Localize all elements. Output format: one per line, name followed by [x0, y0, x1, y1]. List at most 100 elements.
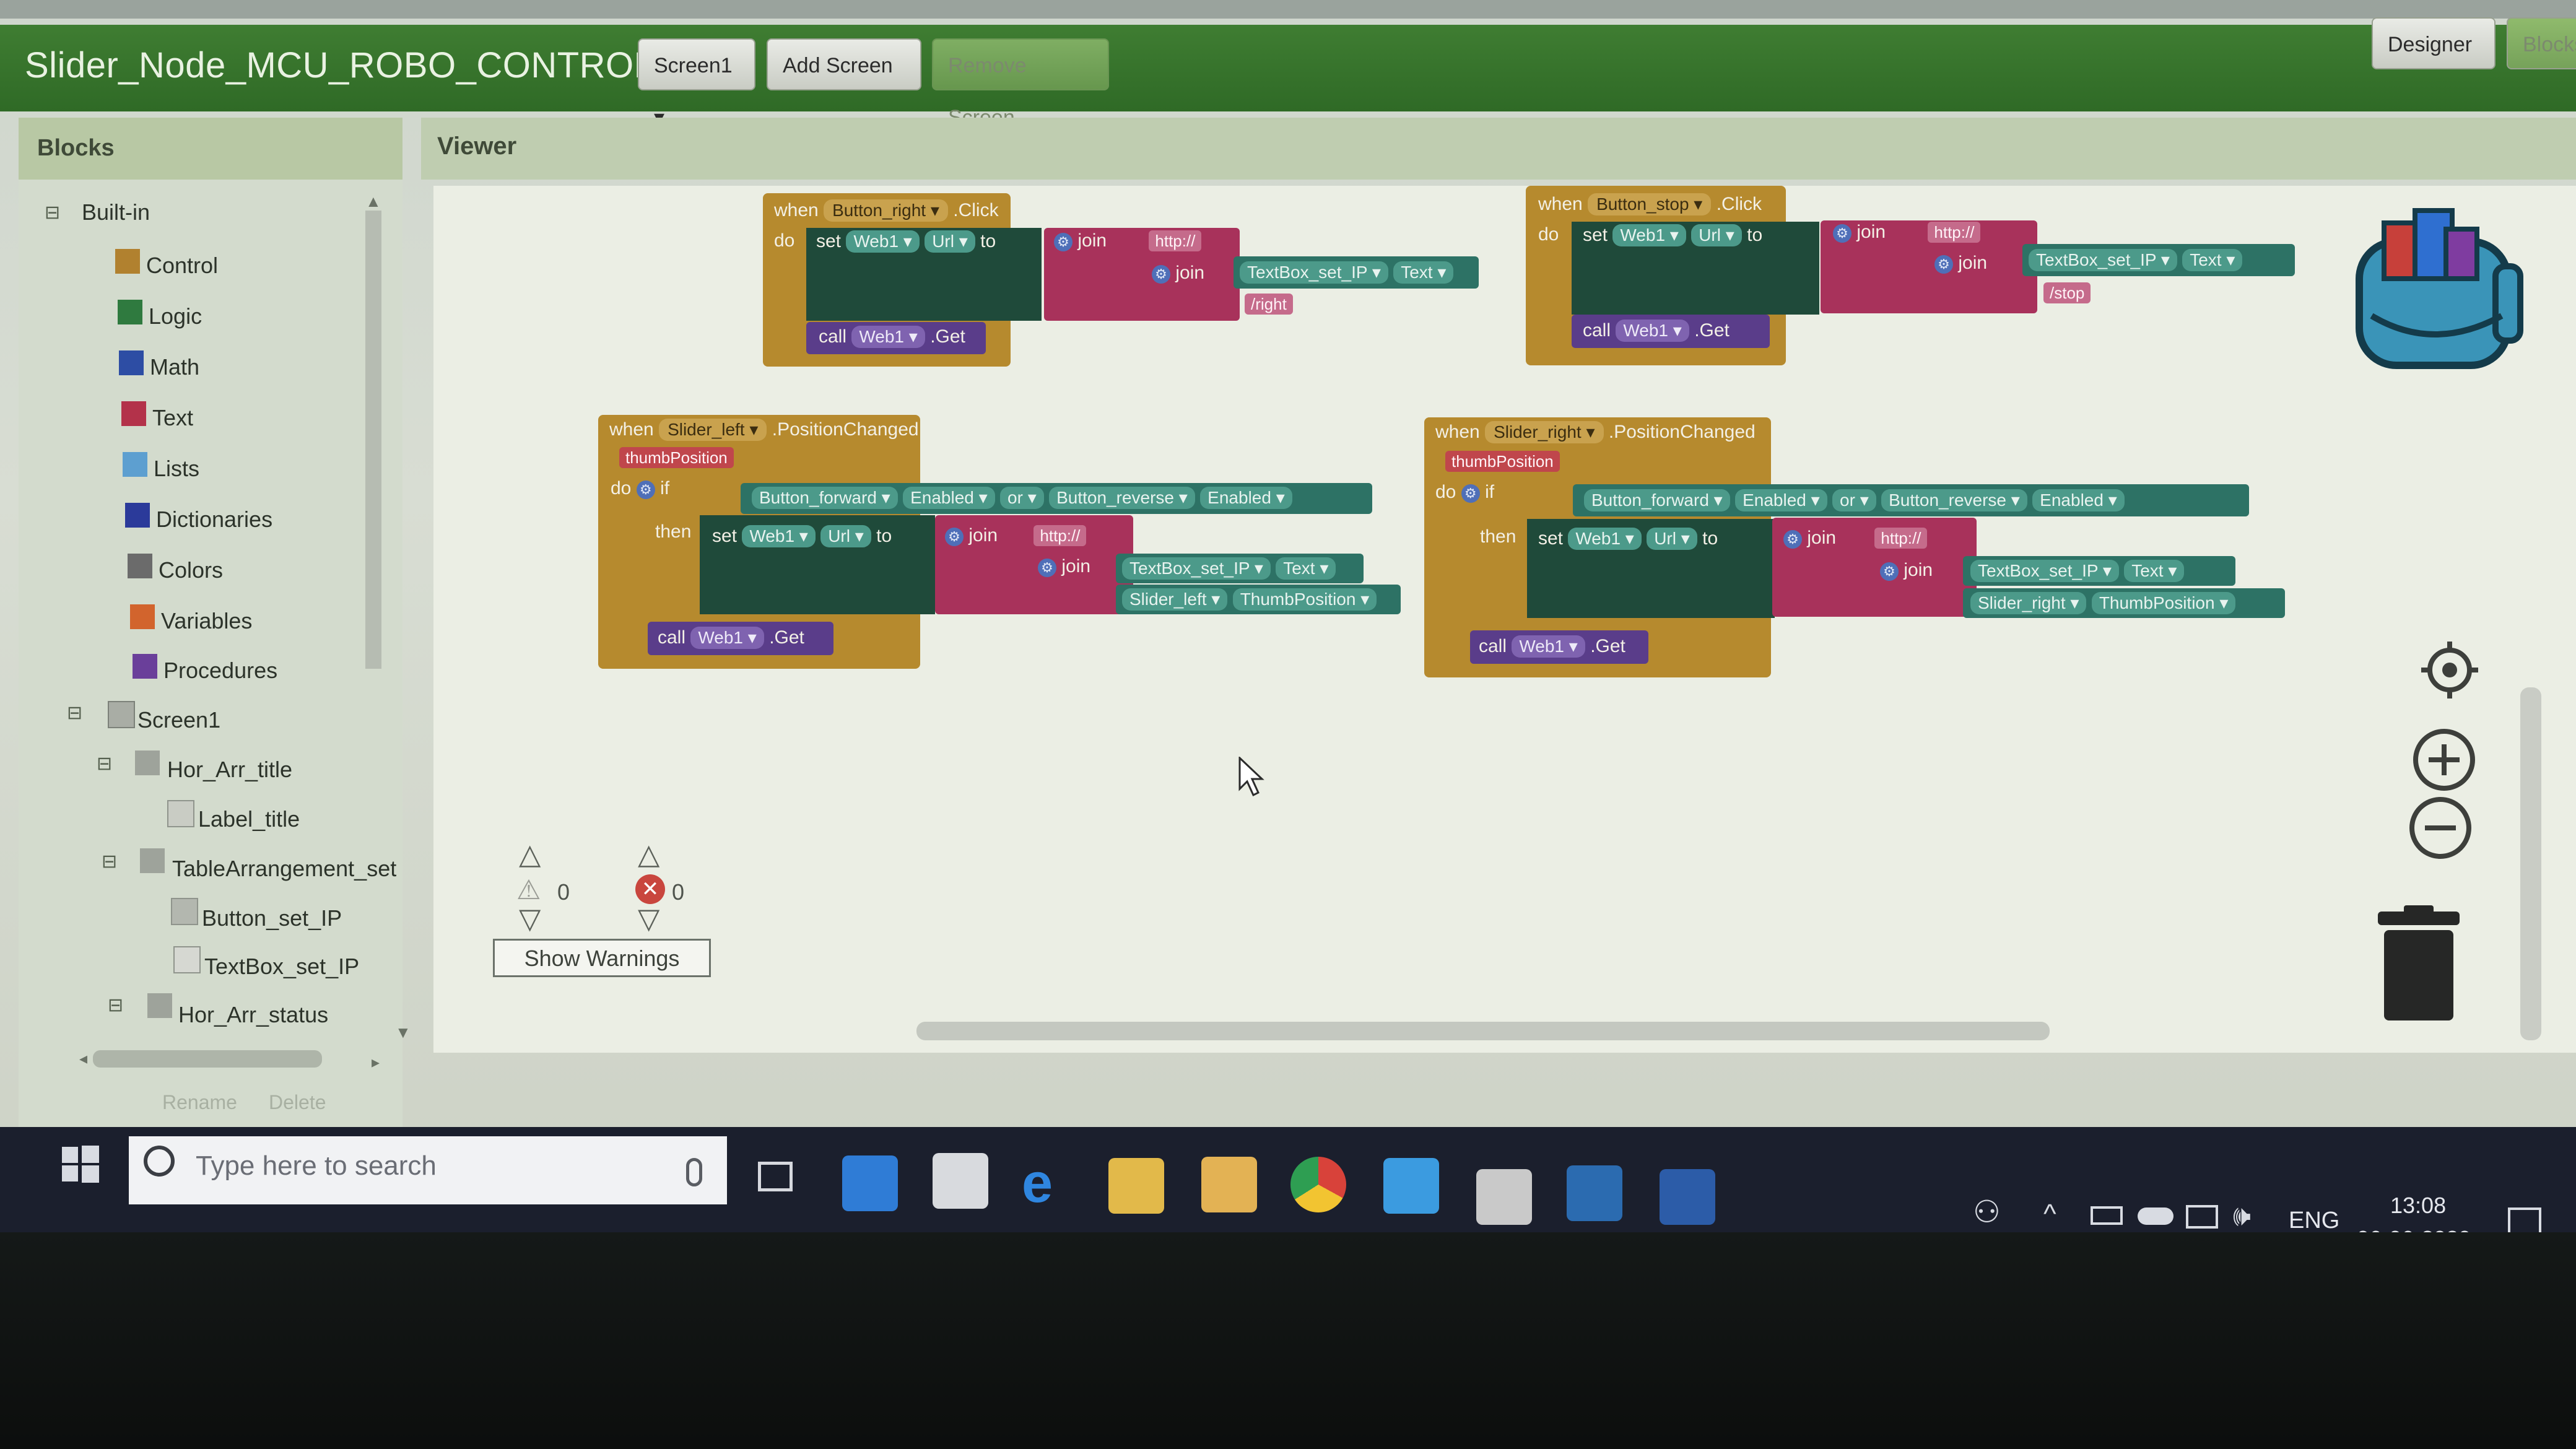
component-dropdown[interactable]: Slider_right ▾ — [1485, 421, 1604, 443]
call-web-dropdown[interactable]: Web1 ▾ — [690, 627, 764, 649]
collapse-builtin-icon[interactable]: ⊟ — [45, 202, 60, 224]
zoom-out-icon[interactable] — [2406, 794, 2474, 862]
url-dropdown[interactable]: Url ▾ — [1647, 528, 1697, 550]
delete-button[interactable]: Delete — [269, 1091, 326, 1114]
gear-icon[interactable]: ⚙ — [1038, 559, 1056, 577]
volume-icon[interactable]: 🕪 — [2233, 1199, 2251, 1234]
thumb-position-dropdown[interactable]: ThumbPosition ▾ — [2091, 592, 2236, 614]
zoom-app-icon[interactable] — [1383, 1158, 1439, 1214]
tree-item-colors[interactable]: Colors — [159, 557, 223, 583]
windows-start-icon[interactable] — [56, 1139, 105, 1189]
center-target-icon[interactable] — [2419, 639, 2481, 701]
file-explorer-icon[interactable] — [1108, 1158, 1164, 1214]
textbox-dropdown[interactable]: TextBox_set_IP ▾ — [1240, 261, 1388, 284]
component-dropdown[interactable]: Button_right ▾ — [824, 199, 948, 222]
zoom-in-icon[interactable] — [2410, 726, 2478, 794]
textbox-dropdown[interactable]: TextBox_set_IP ▾ — [2029, 249, 2177, 271]
collapse-hor-arr-status-icon[interactable]: ⊟ — [108, 994, 123, 1016]
notifications-icon[interactable] — [2508, 1208, 2541, 1235]
scroll-up-icon[interactable]: ▲ — [365, 192, 381, 211]
enabled-dropdown[interactable]: Enabled ▾ — [1200, 487, 1292, 509]
tree-item-math[interactable]: Math — [150, 354, 199, 380]
tree-item-lists[interactable]: Lists — [154, 456, 199, 482]
url-dropdown[interactable]: Url ▾ — [820, 525, 871, 547]
network-icon[interactable] — [2186, 1205, 2218, 1229]
video-app-icon[interactable] — [1476, 1169, 1532, 1225]
workspace-vertical-scrollbar[interactable] — [2520, 687, 2541, 1040]
tree-item-dictionaries[interactable]: Dictionaries — [156, 507, 272, 533]
clock-time[interactable]: 13:08 — [2390, 1193, 2446, 1219]
textbox-dropdown[interactable]: TextBox_set_IP ▾ — [1122, 557, 1271, 580]
backpack-icon[interactable] — [2347, 198, 2533, 378]
web-dropdown[interactable]: Web1 ▾ — [1612, 224, 1686, 246]
tree-item-textbox-set-ip[interactable]: TextBox_set_IP — [204, 954, 359, 980]
screen-dropdown[interactable]: Screen1 ▾ — [638, 38, 755, 129]
error-next-arrow-icon[interactable]: ▽ — [638, 902, 659, 935]
scroll-left-icon[interactable]: ◂ — [79, 1049, 87, 1068]
button-forward-dropdown[interactable]: Button_forward ▾ — [752, 487, 898, 509]
error-prev-arrow-icon[interactable]: △ — [638, 837, 659, 871]
tree-item-label-title[interactable]: Label_title — [198, 806, 300, 832]
enabled-dropdown[interactable]: Enabled ▾ — [903, 487, 995, 509]
gear-icon[interactable]: ⚙ — [1054, 233, 1073, 251]
gear-icon[interactable]: ⚙ — [945, 528, 964, 546]
tree-vertical-scrollbar[interactable] — [365, 211, 381, 669]
text-property-dropdown[interactable]: Text ▾ — [1276, 557, 1336, 580]
warning-prev-arrow-icon[interactable]: △ — [519, 837, 541, 871]
or-dropdown[interactable]: or ▾ — [1832, 489, 1876, 511]
gear-icon[interactable]: ⚙ — [636, 481, 655, 499]
show-warnings-button[interactable]: Show Warnings — [493, 939, 711, 977]
gear-icon[interactable]: ⚙ — [1461, 484, 1480, 503]
button-reverse-dropdown[interactable]: Button_reverse ▾ — [1881, 489, 2027, 511]
url-dropdown[interactable]: Url ▾ — [1691, 224, 1742, 246]
gear-icon[interactable]: ⚙ — [1152, 265, 1170, 284]
web-dropdown[interactable]: Web1 ▾ — [846, 230, 920, 253]
task-view-icon[interactable] — [758, 1162, 793, 1191]
string-literal[interactable]: http:// — [1874, 528, 1928, 549]
gear-icon[interactable]: ⚙ — [1880, 562, 1899, 581]
gear-icon[interactable]: ⚙ — [1934, 255, 1953, 274]
event-parameter[interactable]: thumbPosition — [619, 447, 734, 468]
tree-item-logic[interactable]: Logic — [149, 303, 202, 329]
url-dropdown[interactable]: Url ▾ — [925, 230, 975, 253]
button-reverse-dropdown[interactable]: Button_reverse ▾ — [1049, 487, 1195, 509]
enabled-dropdown[interactable]: Enabled ▾ — [1735, 489, 1827, 511]
or-dropdown[interactable]: or ▾ — [1000, 487, 1044, 509]
event-parameter[interactable]: thumbPosition — [1445, 451, 1560, 472]
edge-browser-icon[interactable]: e — [1022, 1152, 1053, 1216]
tree-item-procedures[interactable]: Procedures — [163, 658, 277, 684]
language-indicator[interactable]: ENG — [2289, 1208, 2339, 1234]
remove-screen-button[interactable]: Remove Screen — [932, 38, 1109, 129]
slider-dropdown[interactable]: Slider_left ▾ — [1122, 588, 1228, 611]
s-app-icon[interactable] — [1567, 1165, 1622, 1221]
text-property-dropdown[interactable]: Text ▾ — [2124, 560, 2185, 582]
tree-item-button-set-ip[interactable]: Button_set_IP — [202, 905, 342, 931]
warning-next-arrow-icon[interactable]: ▽ — [519, 902, 541, 935]
chevron-up-icon[interactable]: ^ — [2043, 1199, 2056, 1230]
string-literal[interactable]: http:// — [1928, 222, 1981, 243]
gear-icon[interactable]: ⚙ — [1833, 224, 1852, 243]
textbox-dropdown[interactable]: TextBox_set_IP ▾ — [1970, 560, 2119, 582]
thumb-position-dropdown[interactable]: ThumbPosition ▾ — [1232, 588, 1377, 611]
scroll-right-icon[interactable]: ▸ — [372, 1053, 380, 1072]
tree-item-screen1[interactable]: Screen1 — [137, 707, 220, 733]
string-literal[interactable]: /stop — [2043, 282, 2091, 303]
store-icon[interactable] — [933, 1153, 988, 1209]
add-screen-button[interactable]: Add Screen ... — [767, 38, 921, 129]
web-dropdown[interactable]: Web1 ▾ — [742, 525, 816, 547]
gear-icon[interactable]: ⚙ — [1783, 530, 1802, 549]
tree-item-builtin[interactable]: Built-in — [82, 199, 150, 225]
text-property-dropdown[interactable]: Text ▾ — [2182, 249, 2243, 271]
tree-item-table-arrangement-set[interactable]: TableArrangement_set — [172, 856, 396, 882]
designer-button[interactable]: Designer — [2372, 17, 2496, 69]
string-literal[interactable]: http:// — [1149, 230, 1202, 251]
people-icon[interactable]: ⚇ — [1973, 1194, 2001, 1230]
tree-item-variables[interactable]: Variables — [161, 608, 252, 634]
call-web-dropdown[interactable]: Web1 ▾ — [851, 326, 925, 348]
word-icon[interactable] — [1660, 1169, 1715, 1225]
microphone-icon[interactable] — [686, 1158, 702, 1186]
web-dropdown[interactable]: Web1 ▾ — [1568, 528, 1642, 550]
chrome-icon[interactable] — [1290, 1157, 1346, 1212]
battery-icon[interactable] — [2091, 1206, 2123, 1225]
tree-horizontal-scrollbar[interactable] — [93, 1050, 322, 1068]
